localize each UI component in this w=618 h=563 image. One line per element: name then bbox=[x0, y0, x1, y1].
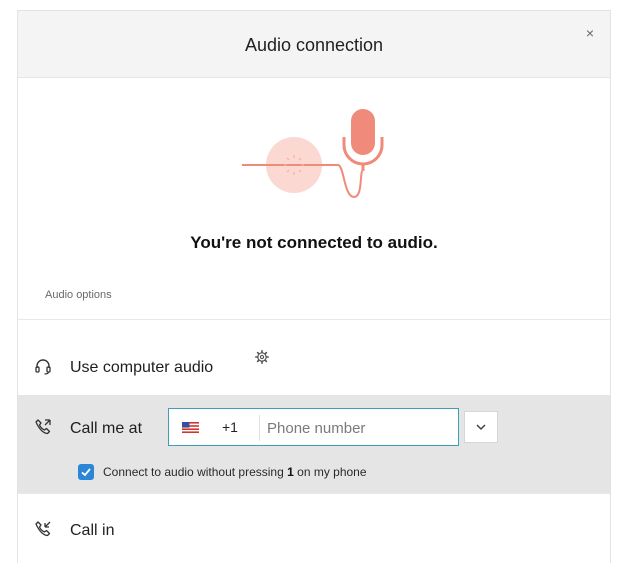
use-computer-audio-label: Use computer audio bbox=[70, 359, 214, 376]
auto-connect-label: Connect to audio without pressing 1 on m… bbox=[103, 465, 367, 479]
auto-connect-text-start: Connect to audio without pressing bbox=[103, 465, 288, 479]
phone-incoming-icon bbox=[35, 521, 51, 537]
mic-head bbox=[351, 109, 375, 155]
use-computer-audio-option[interactable]: Use computer audio bbox=[18, 320, 610, 394]
auto-connect-key: 1 bbox=[287, 465, 294, 479]
microphone-icon bbox=[242, 109, 384, 199]
dialog-title: Audio connection bbox=[244, 35, 384, 55]
audio-status-text: You're not connected to audio. bbox=[190, 233, 438, 252]
dialog-header: Audio connection × bbox=[18, 11, 610, 78]
call-in-label: Call in bbox=[70, 522, 115, 539]
gear-icon[interactable] bbox=[255, 350, 269, 364]
checkmark-icon bbox=[81, 468, 91, 477]
chevron-down-icon bbox=[476, 424, 486, 431]
country-dial-code: +1 bbox=[222, 419, 238, 435]
audio-connection-dialog: Audio connection × You're not connected … bbox=[17, 10, 611, 563]
audio-options-label: Audio options bbox=[45, 289, 112, 301]
auto-connect-checkbox[interactable] bbox=[78, 464, 94, 480]
field-separator bbox=[259, 415, 260, 441]
phone-outgoing-icon bbox=[35, 419, 51, 435]
phone-number-field: +1 bbox=[168, 408, 459, 446]
call-me-label: Call me at bbox=[70, 420, 143, 437]
us-flag-icon[interactable] bbox=[182, 422, 199, 433]
phone-number-input[interactable] bbox=[267, 416, 455, 440]
phone-dropdown-button[interactable] bbox=[464, 411, 498, 443]
mic-cable bbox=[337, 164, 363, 199]
auto-connect-text-end: on my phone bbox=[293, 465, 367, 479]
close-button[interactable]: × bbox=[581, 24, 599, 42]
call-in-option[interactable]: Call in bbox=[18, 494, 610, 563]
headset-icon bbox=[35, 359, 51, 375]
